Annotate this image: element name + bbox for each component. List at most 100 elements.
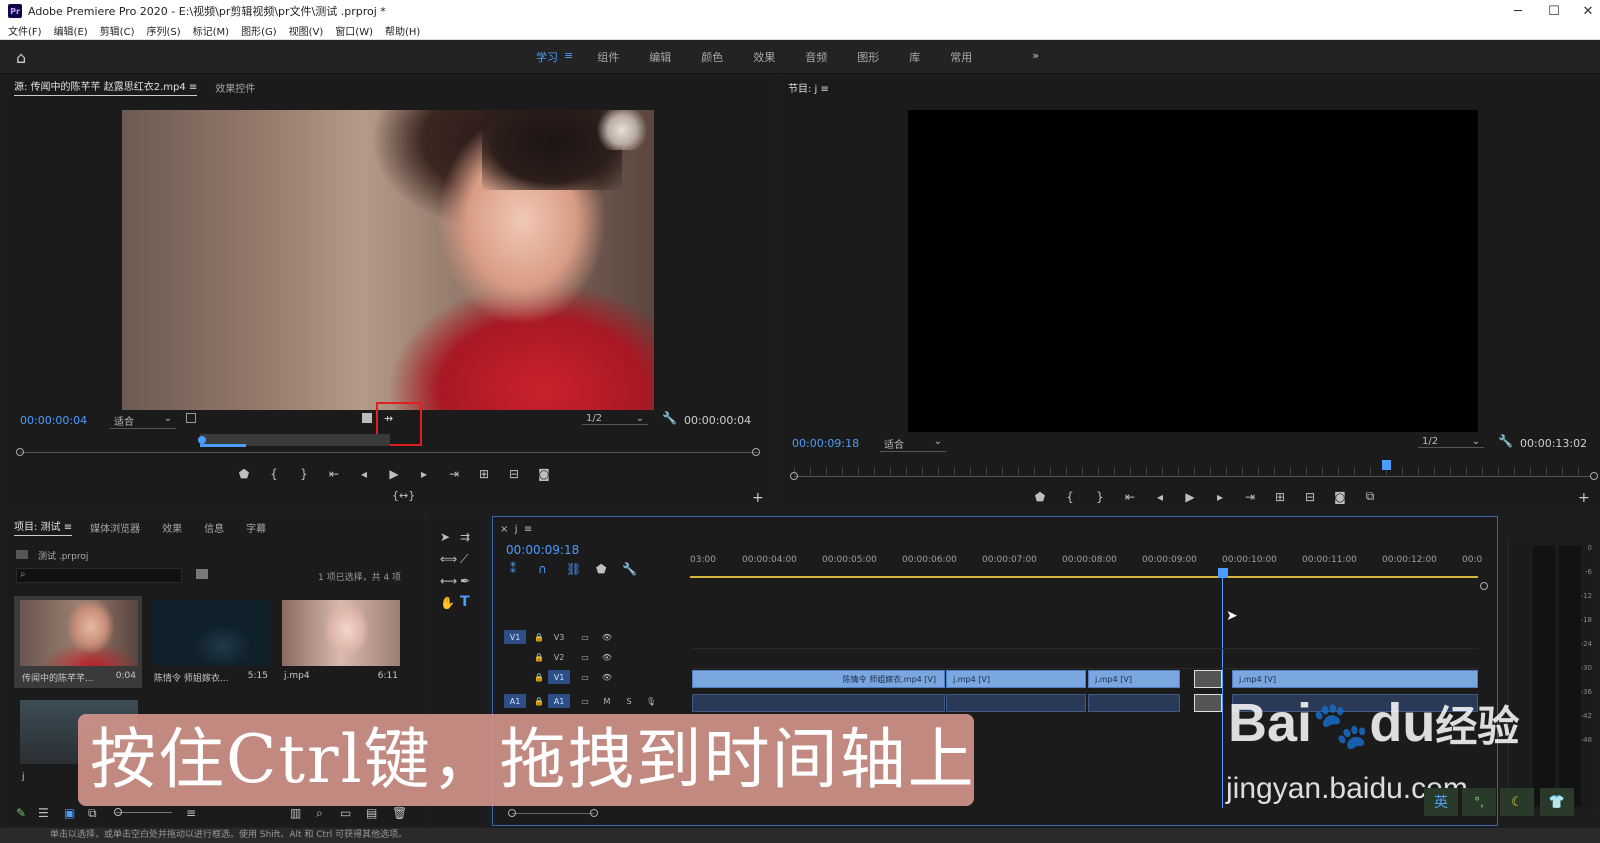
sort-icon[interactable]: ≡ — [186, 806, 196, 820]
add-button-icon[interactable]: + — [752, 490, 764, 506]
project-thumbnail-1[interactable] — [20, 600, 138, 666]
step-forward-icon[interactable]: ▸ — [416, 467, 432, 481]
hand-tool-icon[interactable]: ✋ — [440, 596, 455, 610]
v1-source-patch[interactable]: V1 — [504, 630, 526, 644]
dragging-audio-ghost[interactable] — [1194, 694, 1222, 712]
mark-in-icon[interactable]: { — [1062, 490, 1078, 504]
clip-v1-2[interactable]: j.mp4 [V] — [946, 670, 1086, 688]
workspace-common[interactable]: 常用 — [950, 49, 972, 65]
new-bin-icon[interactable] — [196, 569, 208, 579]
trash-icon[interactable]: 🗑 — [392, 806, 407, 820]
skin-icon[interactable]: 👕 — [1540, 788, 1574, 816]
ripple-edit-tool-icon[interactable]: ⟺ — [440, 552, 457, 566]
wrench-icon[interactable]: 🔧 — [1498, 434, 1513, 448]
tab-captions[interactable]: 字幕 — [246, 520, 266, 535]
lock-icon[interactable]: 🔒 — [528, 650, 550, 664]
wrench-icon[interactable]: 🔧 — [662, 411, 677, 425]
project-item-1[interactable]: 传闻中的陈芊芊... 0:04 — [22, 671, 136, 684]
source-timecode[interactable]: 00:00:00:04 — [20, 414, 87, 427]
microphone-icon[interactable]: 🎙 — [640, 694, 662, 708]
audio-clip-2[interactable] — [946, 694, 1086, 712]
clip-v1-4[interactable]: j.mp4 [V] — [1232, 670, 1478, 688]
dragging-clip-ghost[interactable] — [1194, 670, 1222, 688]
new-bin-icon[interactable]: ▭ — [340, 806, 351, 820]
selection-tool-icon[interactable]: ➤ — [440, 530, 450, 544]
moon-icon[interactable]: ☾ — [1500, 788, 1534, 816]
scroll-handle-right[interactable] — [752, 448, 760, 456]
timeline-timecode[interactable]: 00:00:09:18 — [506, 543, 579, 557]
sync-lock-icon[interactable]: ▭ — [574, 650, 596, 664]
track-v1-label[interactable]: V1 — [548, 670, 570, 684]
menu-sequence[interactable]: 序列(S) — [146, 23, 180, 38]
go-to-out-icon[interactable]: ⇥ — [1242, 490, 1258, 504]
ime-en-icon[interactable]: 英 — [1424, 788, 1458, 816]
menu-edit[interactable]: 编辑(E) — [54, 23, 88, 38]
tab-info[interactable]: 信息 — [204, 520, 224, 535]
nest-icon[interactable]: ⁑ — [510, 562, 516, 576]
go-to-in-icon[interactable]: ⇤ — [326, 467, 342, 481]
tab-source[interactable]: 源: 传闻中的陈芊芊 赵露思红衣2.mp4 ≡ — [14, 78, 198, 96]
tab-effects[interactable]: 效果 — [162, 520, 182, 535]
project-thumbnail-2[interactable] — [152, 600, 270, 666]
menu-graphics[interactable]: 图形(G) — [241, 23, 277, 38]
find-icon[interactable]: ⌕ — [316, 806, 323, 821]
step-back-icon[interactable]: ◂ — [356, 467, 372, 481]
sequence-name[interactable]: j — [515, 524, 518, 535]
work-area-bar[interactable] — [690, 576, 1478, 578]
program-timecode[interactable]: 00:00:09:18 — [792, 437, 859, 450]
step-forward-icon[interactable]: ▸ — [1212, 490, 1228, 504]
add-marker-icon[interactable]: ⬟ — [236, 467, 252, 481]
eye-icon[interactable]: 👁 — [596, 650, 618, 664]
scroll-handle-left[interactable] — [790, 472, 798, 480]
sync-lock-icon[interactable]: ▭ — [574, 630, 596, 644]
new-item-icon[interactable]: ▤ — [366, 806, 377, 820]
punctuation-icon[interactable]: °, — [1462, 788, 1496, 816]
workspace-editing[interactable]: 编辑 — [649, 49, 671, 65]
extract-icon[interactable]: ⊟ — [1302, 490, 1318, 504]
tab-effect-controls[interactable]: 效果控件 — [215, 80, 255, 95]
scroll-handle[interactable] — [1480, 582, 1488, 590]
play-icon[interactable]: ▶ — [1182, 490, 1198, 504]
insert-icon[interactable]: ⊞ — [476, 467, 492, 481]
workspace-color[interactable]: 颜色 — [701, 49, 723, 65]
overwrite-icon[interactable]: ⊟ — [506, 467, 522, 481]
add-marker-icon[interactable]: ⬟ — [1032, 490, 1048, 504]
settings-panel-icon[interactable] — [186, 413, 196, 423]
menu-window[interactable]: 窗口(W) — [335, 23, 373, 38]
maximize-button[interactable]: ☐ — [1536, 0, 1572, 22]
lift-icon[interactable]: ⊞ — [1272, 490, 1288, 504]
mark-in-icon[interactable]: { — [266, 467, 282, 481]
audio-clip-1[interactable] — [692, 694, 945, 712]
source-tab-menu-icon[interactable]: ≡ — [189, 82, 197, 93]
step-back-icon[interactable]: ◂ — [1152, 490, 1168, 504]
scroll-handle-left[interactable] — [16, 448, 24, 456]
close-tab-icon[interactable]: × — [500, 524, 508, 535]
lock-icon[interactable]: 🔒 — [528, 630, 550, 644]
track-a1-label[interactable]: A1 — [548, 694, 570, 708]
program-ruler[interactable] — [794, 467, 1590, 475]
lock-icon[interactable]: 🔒 — [528, 694, 550, 708]
freeform-view-icon[interactable]: ⧉ — [88, 806, 97, 821]
workspace-audio[interactable]: 音频 — [805, 49, 827, 65]
source-playhead[interactable] — [198, 436, 206, 444]
razor-tool-icon[interactable]: ⟋ — [460, 552, 468, 567]
menu-marker[interactable]: 标记(M) — [193, 23, 229, 38]
source-zoom-bar[interactable] — [200, 444, 246, 447]
add-marker-icon[interactable]: ⬟ — [596, 562, 606, 576]
clip-v1-3[interactable]: j.mp4 [V] — [1088, 670, 1180, 688]
audio-clip-3[interactable] — [1088, 694, 1180, 712]
wrench-icon[interactable]: 🔧 — [622, 562, 637, 576]
project-item-2[interactable]: 陈情令 师姐嫁衣... 5:15 — [154, 671, 268, 684]
workspace-more-icon[interactable]: » — [1032, 49, 1039, 65]
lock-icon[interactable]: 🔒 — [528, 670, 550, 684]
program-fit-dropdown[interactable]: 适合 ⌄ — [880, 436, 946, 452]
play-icon[interactable]: ▶ — [386, 467, 402, 481]
timeline-scrollbar[interactable] — [512, 813, 594, 814]
project-item-3[interactable]: j.mp4 6:11 — [284, 671, 398, 681]
mute-button[interactable]: M — [596, 694, 618, 708]
source-fit-dropdown[interactable]: 适合 ⌄ — [110, 413, 176, 429]
icon-view-icon[interactable]: ▣ — [64, 806, 75, 820]
workspace-learn[interactable]: 学习 — [536, 49, 558, 65]
mark-out-icon[interactable]: } — [1092, 490, 1108, 504]
workspace-libraries[interactable]: 库 — [909, 49, 920, 65]
